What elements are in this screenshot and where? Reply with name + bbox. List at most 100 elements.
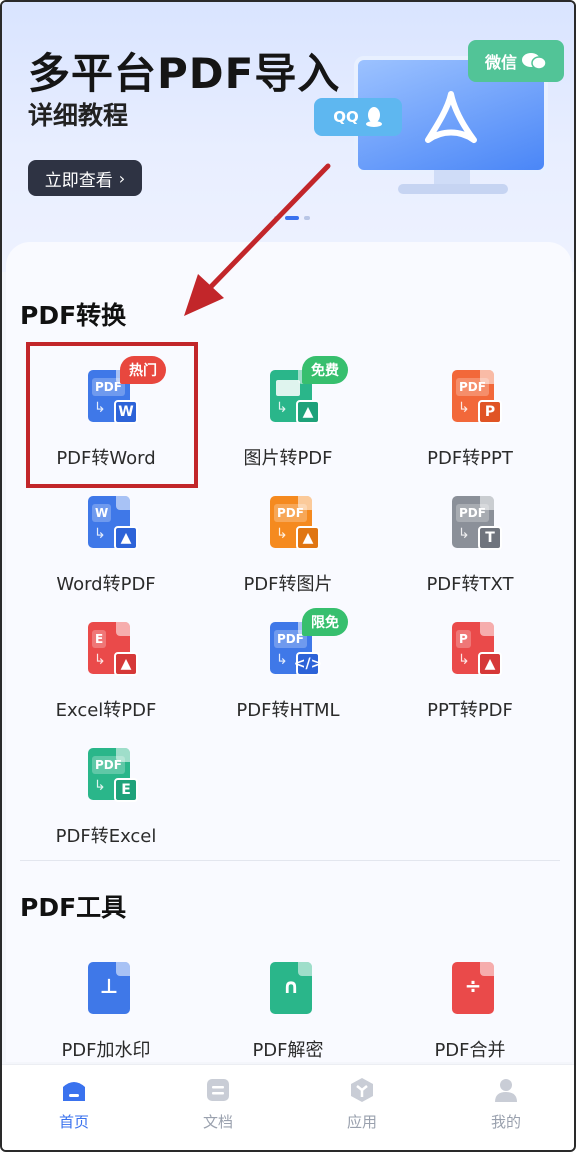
promo-banner[interactable]: 多平台PDF导入 详细教程 立即查看 › 微信 QQ xyxy=(2,2,574,272)
convert-arrow-icon: ↳ xyxy=(276,652,288,668)
tool-tile-label: PDF合并 xyxy=(434,1040,506,1061)
unlock-icon: ∩ xyxy=(260,960,318,1018)
convert-arrow-icon: ↳ xyxy=(94,652,106,668)
nav-label-home: 首页 xyxy=(58,1113,89,1131)
convert-tile-label: PDF转PPT xyxy=(427,448,513,469)
convert-tile-label: PDF转Excel xyxy=(55,826,157,847)
banner-subtitle: 详细教程 xyxy=(28,101,129,130)
convert-tile[interactable]: PDF ↳ P PDF转PPT xyxy=(380,368,560,488)
file-convert-icon: W ↳ ▲ xyxy=(78,494,138,552)
file-convert-icon: PDF ↳ ▲ xyxy=(260,494,320,552)
stamp-icon: ⊥ xyxy=(78,960,136,1018)
doc-tag-label: E xyxy=(92,630,107,648)
tool-tile[interactable]: ⊥ PDF加水印 xyxy=(16,960,196,1080)
nav-label-profile: 我的 xyxy=(490,1113,521,1131)
convert-tile[interactable]: ↳ ▲ 免费 图片转PDF xyxy=(198,356,378,488)
convert-tile[interactable]: E ↳ ▲ Excel转PDF xyxy=(16,620,196,740)
doc-fold-shape xyxy=(116,496,130,510)
doc-fold-shape xyxy=(116,622,130,636)
promo-badge: 限免 xyxy=(302,608,348,636)
target-format-icon: P xyxy=(478,400,502,424)
view-now-label: 立即查看 xyxy=(44,170,113,191)
convert-arrow-icon: ↳ xyxy=(458,652,470,668)
target-format-icon: </> xyxy=(294,652,322,676)
doc-tag-label: PDF xyxy=(456,504,489,522)
convert-tile[interactable]: PDF ↳ E PDF转Excel xyxy=(16,746,196,866)
banner-title: 多平台PDF导入 xyxy=(28,49,341,98)
convert-tile[interactable]: PDF ↳ T PDF转TXT xyxy=(380,494,560,614)
nav-label-apps: 应用 xyxy=(346,1113,377,1131)
target-format-icon: ▲ xyxy=(114,652,138,676)
tool-tile[interactable]: ∩ PDF解密 xyxy=(198,960,378,1080)
wechat-label: 微信 xyxy=(484,53,517,72)
chevron-right-icon: › xyxy=(118,168,126,188)
convert-arrow-icon: ↳ xyxy=(458,400,470,416)
tool-tile-label: PDF加水印 xyxy=(61,1040,151,1061)
file-convert-icon: PDF ↳ E xyxy=(78,746,138,804)
target-format-icon: ▲ xyxy=(296,526,320,550)
convert-tile-label: PDF转图片 xyxy=(243,574,333,595)
convert-tile-label: PDF转TXT xyxy=(426,574,514,595)
convert-tile[interactable]: W ↳ ▲ Word转PDF xyxy=(16,494,196,614)
file-convert-icon: P ↳ ▲ xyxy=(442,620,502,678)
nav-label-documents: 文档 xyxy=(202,1113,233,1131)
convert-tile-label: PPT转PDF xyxy=(427,700,513,721)
doc-fold-shape xyxy=(480,622,494,636)
image-icon xyxy=(276,380,300,396)
section-title-convert: PDF转换 xyxy=(20,301,127,330)
nav-item-home[interactable]: 首页 xyxy=(2,1065,146,1150)
qq-penguin-icon xyxy=(365,107,382,127)
file-convert-icon: E ↳ ▲ xyxy=(78,620,138,678)
target-format-icon: E xyxy=(114,778,138,802)
convert-tile[interactable]: PDF ↳ ▲ PDF转图片 xyxy=(198,494,378,614)
file-convert-icon: PDF ↳ T xyxy=(442,494,502,552)
tool-tile-label: PDF解密 xyxy=(252,1040,324,1061)
tool-tile[interactable]: ÷ PDF合并 xyxy=(380,960,560,1080)
tool-glyph: ∩ xyxy=(282,974,300,998)
section-title-tools: PDF工具 xyxy=(20,893,127,922)
tool-glyph: ⊥ xyxy=(99,974,119,998)
convert-tile[interactable]: P ↳ ▲ PPT转PDF xyxy=(380,620,560,740)
nav-item-profile[interactable]: 我的 xyxy=(434,1065,574,1150)
carousel-indicator xyxy=(274,216,310,220)
nav-item-documents[interactable]: 文档 xyxy=(146,1065,290,1150)
qq-bubble: QQ xyxy=(314,98,402,136)
carousel-dot xyxy=(304,216,310,220)
convert-tile-label: Excel转PDF xyxy=(55,700,157,721)
file-convert-icon: PDF ↳ P xyxy=(442,368,502,426)
convert-tile-label: Word转PDF xyxy=(56,574,156,595)
phone-screen: 多平台PDF导入 详细教程 立即查看 › 微信 QQ PDF转换 PDF ↳ W… xyxy=(0,0,576,1152)
convert-tile[interactable]: PDF ↳ </> 限免 PDF转HTML xyxy=(198,608,378,740)
merge-icon: ÷ xyxy=(442,960,500,1018)
highlight-box xyxy=(26,342,198,488)
doc-tag-label: PDF xyxy=(92,756,125,774)
promo-badge: 免费 xyxy=(302,356,348,384)
doc-tag-label: PDF xyxy=(274,504,307,522)
convert-arrow-icon: ↳ xyxy=(458,526,470,542)
doc-tag-label: PDF xyxy=(456,378,489,396)
section-divider xyxy=(20,860,560,861)
doc-tag-label: P xyxy=(456,630,471,648)
convert-arrow-icon: ↳ xyxy=(94,778,106,794)
target-format-icon: T xyxy=(478,526,502,550)
bottom-nav: 首页 文档 应用 我的 xyxy=(2,1064,574,1150)
qq-label: QQ xyxy=(333,108,359,126)
convert-arrow-icon: ↳ xyxy=(276,526,288,542)
monitor-base xyxy=(398,184,508,194)
target-format-icon: ▲ xyxy=(114,526,138,550)
wechat-icon xyxy=(522,53,547,70)
tool-glyph: ÷ xyxy=(464,974,482,998)
convert-arrow-icon: ↳ xyxy=(94,526,106,542)
acrobat-pdf-icon xyxy=(425,91,477,143)
profile-icon xyxy=(495,1079,517,1102)
doc-tag-label: W xyxy=(92,504,112,522)
carousel-dot xyxy=(274,216,280,220)
apps-cube-icon xyxy=(351,1078,373,1102)
wechat-bubble: 微信 xyxy=(468,40,564,82)
convert-tile-label: PDF转HTML xyxy=(236,700,340,721)
nav-item-apps[interactable]: 应用 xyxy=(290,1065,434,1150)
document-icon xyxy=(207,1079,229,1101)
view-now-button[interactable]: 立即查看 › xyxy=(28,160,142,196)
target-format-icon: ▲ xyxy=(296,400,320,424)
convert-arrow-icon: ↳ xyxy=(276,400,288,416)
